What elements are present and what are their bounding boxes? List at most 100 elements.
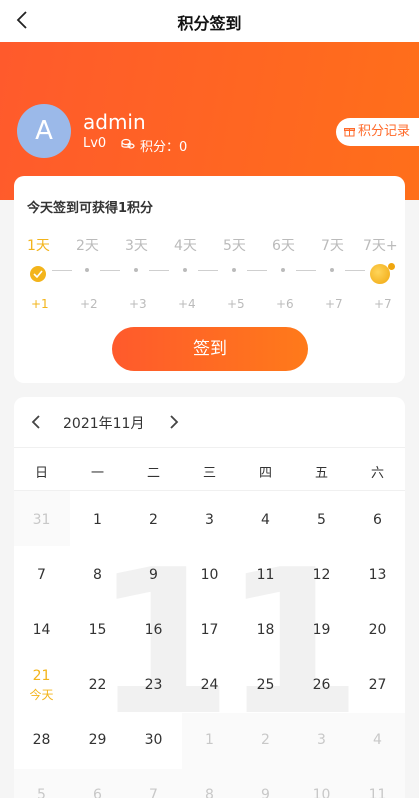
calendar-day[interactable]: 8: [182, 787, 237, 798]
username: admin: [83, 110, 146, 134]
checkin-reward: +2: [80, 297, 98, 311]
progress-dash: [296, 270, 316, 271]
sign-in-button[interactable]: 签到: [112, 327, 308, 371]
calendar-day[interactable]: 22: [70, 677, 125, 693]
checkin-reward: +4: [178, 297, 196, 311]
page-title: 积分签到: [177, 14, 242, 33]
coins-icon: [121, 138, 135, 149]
progress-dash: [198, 270, 218, 271]
checkin-reward: +5: [227, 297, 245, 311]
calendar-day[interactable]: 29: [70, 732, 125, 748]
coin-icon: [370, 264, 390, 284]
progress-dash: [345, 270, 365, 271]
calendar-day[interactable]: 8: [70, 567, 125, 583]
calendar-day[interactable]: 1: [182, 732, 237, 748]
weekday-header: 六: [370, 466, 384, 481]
calendar-day[interactable]: 19: [294, 622, 349, 638]
calendar-day[interactable]: 9: [126, 567, 181, 583]
calendar-day[interactable]: 31: [14, 512, 69, 528]
checkin-day: 6天: [272, 238, 295, 254]
user-level: Lv0: [83, 136, 107, 151]
checkin-day: 3天: [125, 238, 148, 254]
calendar-day[interactable]: 18: [238, 622, 293, 638]
checkin-day: 2天: [76, 238, 99, 254]
month-label: 2021年11月: [63, 416, 145, 432]
progress-dash: [52, 270, 72, 271]
weekday-header: 五: [314, 466, 328, 481]
calendar-day[interactable]: 4: [350, 732, 405, 748]
calendar-day[interactable]: 13: [350, 567, 405, 583]
calendar-day[interactable]: 14: [14, 622, 69, 638]
divider: [14, 490, 405, 491]
progress-dot: [183, 268, 187, 272]
calendar-day[interactable]: 5: [294, 512, 349, 528]
calendar-day[interactable]: 25: [238, 677, 293, 693]
weekday-header: 一: [90, 466, 104, 481]
calendar-day[interactable]: 28: [14, 732, 69, 748]
divider: [14, 447, 405, 448]
calendar-day[interactable]: 20: [350, 622, 405, 638]
gift-icon: [344, 128, 355, 137]
weekday-header: 日: [34, 466, 48, 481]
calendar-day[interactable]: 12: [294, 567, 349, 583]
calendar-day[interactable]: 11: [350, 787, 405, 798]
avatar: A: [17, 104, 71, 158]
calendar-day[interactable]: 17: [182, 622, 237, 638]
checkin-reward: +7: [325, 297, 343, 311]
points-record-label: 积分记录: [358, 124, 411, 139]
calendar-day-today[interactable]: 21: [14, 668, 69, 684]
calendar-day[interactable]: 7: [126, 787, 181, 798]
check-icon: [33, 270, 43, 278]
checkin-day: 7天+: [363, 238, 398, 254]
checkin-day: 7天: [321, 238, 344, 254]
checkin-card: 今天签到可获得1积分 1天 2天 3天 4天 5天 6天 7天 7天+ +1 +…: [14, 176, 405, 383]
calendar-day[interactable]: 9: [238, 787, 293, 798]
progress-dot: [232, 268, 236, 272]
calendar-day[interactable]: 2: [238, 732, 293, 748]
checkin-day: 1天: [27, 238, 50, 254]
points-record-button[interactable]: 积分记录: [336, 118, 419, 146]
calendar-day[interactable]: 16: [126, 622, 181, 638]
calendar: 11 2021年11月 日 一 二 三 四 五 六 31 1 2 3 4 5 6…: [14, 397, 405, 798]
progress-dash: [149, 270, 169, 271]
progress-dash: [247, 270, 267, 271]
progress-dot: [281, 268, 285, 272]
progress-dot: [330, 268, 334, 272]
calendar-day[interactable]: 4: [238, 512, 293, 528]
progress-dash: [100, 270, 120, 271]
checked-day-marker: [30, 266, 46, 282]
progress-dot: [85, 268, 89, 272]
calendar-day[interactable]: 3: [294, 732, 349, 748]
calendar-day[interactable]: 6: [350, 512, 405, 528]
checkin-tip: 今天签到可获得1积分: [27, 201, 154, 216]
calendar-day[interactable]: 2: [126, 512, 181, 528]
calendar-day[interactable]: 27: [350, 677, 405, 693]
coin-sparkle-icon: [388, 263, 395, 270]
weekday-header: 三: [202, 466, 216, 481]
calendar-day[interactable]: 30: [126, 732, 181, 748]
checkin-reward: +1: [31, 297, 49, 311]
calendar-day[interactable]: 1: [70, 512, 125, 528]
calendar-day[interactable]: 6: [70, 787, 125, 798]
checkin-reward: +3: [129, 297, 147, 311]
other-month-cell-bg: [182, 713, 405, 798]
calendar-day[interactable]: 15: [70, 622, 125, 638]
calendar-day[interactable]: 7: [14, 567, 69, 583]
calendar-day[interactable]: 11: [238, 567, 293, 583]
checkin-day: 4天: [174, 238, 197, 254]
checkin-reward: +6: [276, 297, 294, 311]
calendar-day[interactable]: 23: [126, 677, 181, 693]
calendar-day[interactable]: 5: [14, 787, 69, 798]
calendar-day[interactable]: 3: [182, 512, 237, 528]
weekday-header: 四: [258, 466, 272, 481]
calendar-day[interactable]: 10: [182, 567, 237, 583]
checkin-day: 5天: [223, 238, 246, 254]
checkin-reward: +7: [374, 297, 392, 311]
next-month-icon[interactable]: [168, 414, 180, 430]
calendar-day[interactable]: 10: [294, 787, 349, 798]
calendar-day[interactable]: 26: [294, 677, 349, 693]
prev-month-icon[interactable]: [30, 414, 42, 430]
progress-dot: [134, 268, 138, 272]
calendar-day[interactable]: 24: [182, 677, 237, 693]
top-nav-bar: 积分签到: [0, 0, 419, 42]
